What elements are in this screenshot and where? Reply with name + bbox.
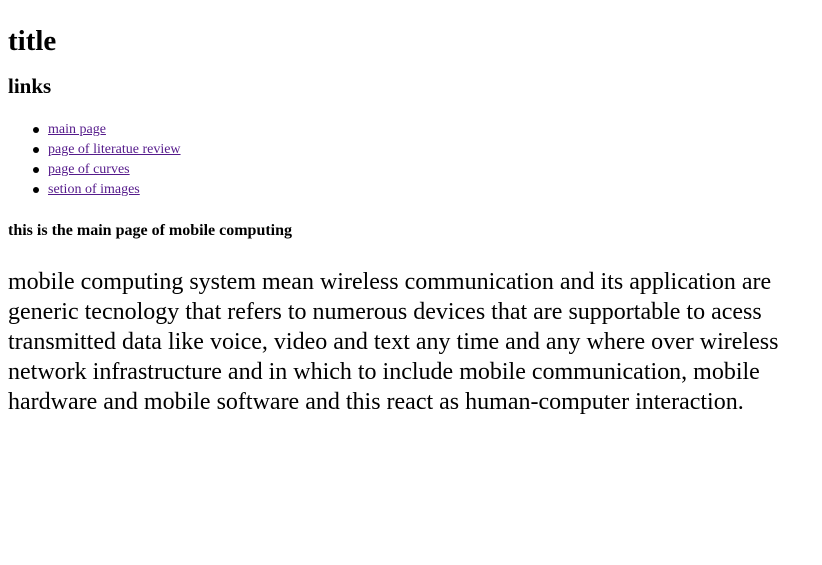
list-item: main page	[33, 120, 814, 140]
bullet-icon	[33, 187, 39, 193]
links-list: main page page of literatue review page …	[8, 120, 814, 200]
subheading: this is the main page of mobile computin…	[8, 222, 293, 239]
link-curves[interactable]: page of curves	[48, 162, 130, 177]
bullet-icon	[33, 147, 39, 153]
links-heading: links	[8, 74, 52, 98]
list-item: page of curves	[33, 160, 814, 180]
page-title: title	[8, 25, 57, 57]
list-item: setion of images	[33, 180, 814, 200]
link-literature-review[interactable]: page of literatue review	[48, 142, 181, 157]
bullet-icon	[33, 167, 39, 173]
list-item: page of literatue review	[33, 140, 814, 160]
body-paragraph: mobile computing system mean wireless co…	[8, 269, 779, 415]
link-main-page[interactable]: main page	[48, 122, 106, 137]
page-container: title links main page page of literatue …	[0, 0, 822, 417]
link-images[interactable]: setion of images	[48, 182, 140, 197]
bullet-icon	[33, 127, 39, 133]
